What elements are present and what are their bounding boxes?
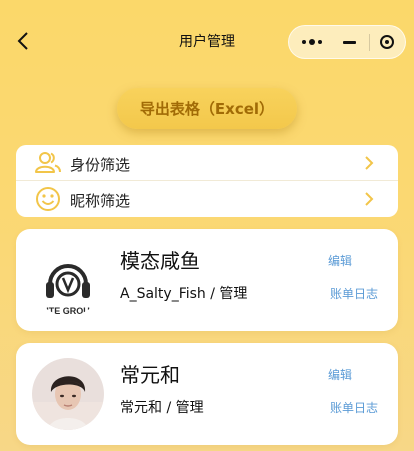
chevron-right-icon xyxy=(365,192,374,206)
users-icon xyxy=(35,152,61,173)
export-excel-button[interactable]: 导出表格（Excel） xyxy=(117,88,297,129)
user-nickname: 模态咸鱼 xyxy=(120,249,200,273)
filter-identity[interactable]: 身份筛选 xyxy=(16,145,398,181)
edit-link[interactable]: 编辑 xyxy=(328,366,352,383)
user-account-role: A_Salty_Fish / 管理 xyxy=(120,286,248,302)
more-dot-icon xyxy=(302,40,306,44)
filter-nickname[interactable]: 昵称筛选 xyxy=(16,181,398,217)
filter-panel: 身份筛选 昵称筛选 xyxy=(16,145,398,217)
avatar: ITE GROU xyxy=(32,244,104,316)
edit-link[interactable]: 编辑 xyxy=(328,252,352,269)
user-account-role: 常元和 / 管理 xyxy=(120,400,204,416)
headphone-logo-icon: ITE GROU xyxy=(32,244,104,316)
more-dot-icon xyxy=(318,40,322,44)
more-dot-icon xyxy=(309,39,315,45)
more-menu-button[interactable] xyxy=(289,26,335,58)
target-icon xyxy=(380,35,394,49)
filter-nickname-label: 昵称筛选 xyxy=(70,192,131,210)
user-nickname: 常元和 xyxy=(120,363,180,387)
navigation-bar: 用户管理 xyxy=(0,0,414,84)
user-card: 常元和 常元和 / 管理 编辑 账单日志 xyxy=(16,343,398,445)
mini-program-capsule xyxy=(288,25,406,59)
filter-identity-label: 身份筛选 xyxy=(70,156,131,174)
svg-text:ITE GROU: ITE GROU xyxy=(46,306,90,316)
minimize-button[interactable] xyxy=(339,26,359,58)
minus-icon xyxy=(342,40,356,44)
close-mini-program-button[interactable] xyxy=(375,26,399,58)
chevron-right-icon xyxy=(365,156,374,170)
bill-log-link[interactable]: 账单日志 xyxy=(330,399,378,416)
avatar xyxy=(32,358,104,430)
user-photo-icon xyxy=(32,358,104,430)
smile-icon xyxy=(36,187,60,211)
bill-log-link[interactable]: 账单日志 xyxy=(330,285,378,302)
user-card: ITE GROU 模态咸鱼 A_Salty_Fish / 管理 编辑 账单日志 xyxy=(16,229,398,331)
capsule-divider xyxy=(369,34,370,51)
